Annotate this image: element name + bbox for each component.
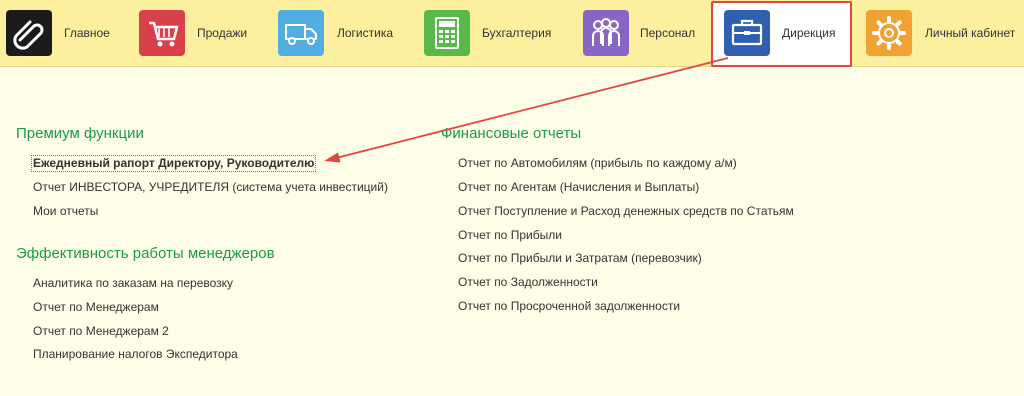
link-profit-costs-report[interactable]: Отчет по Прибыли и Затратам (перевозчик) xyxy=(458,251,702,266)
link-orders-analytics[interactable]: Аналитика по заказам на перевозку xyxy=(33,276,233,291)
nav-label-personal-cabinet: Личный кабинет xyxy=(925,26,1016,40)
link-cashflow-report[interactable]: Отчет Поступление и Расход денежных сред… xyxy=(458,204,794,219)
nav-item-sales[interactable]: Продажи xyxy=(139,0,269,66)
truck-icon xyxy=(278,10,324,56)
nav-item-direction[interactable]: Дирекция xyxy=(724,0,842,66)
nav-item-accounting[interactable]: Бухгалтерия xyxy=(424,0,574,66)
section-title-finance: Финансовые отчеты xyxy=(441,125,582,142)
nav-label-main: Главное xyxy=(64,26,110,40)
nav-label-sales: Продажи xyxy=(197,26,248,40)
link-overdue-debt-report[interactable]: Отчет по Просроченной задолженности xyxy=(458,299,680,314)
nav-item-logistics[interactable]: Логистика xyxy=(278,0,416,66)
nav-item-personnel[interactable]: Персонал xyxy=(583,0,703,66)
link-tax-planning[interactable]: Планирование налогов Экспедитора xyxy=(33,347,238,362)
people-icon xyxy=(583,10,629,56)
link-managers-report[interactable]: Отчет по Менеджерам xyxy=(33,300,159,315)
link-investor-report[interactable]: Отчет ИНВЕСТОРА, УЧРЕДИТЕЛЯ (система уче… xyxy=(33,180,388,195)
shopping-cart-icon xyxy=(139,10,185,56)
paperclip-logo-icon xyxy=(6,10,52,56)
main-content: Премиум функции Ежедневный рапорт Директ… xyxy=(0,66,1024,396)
link-vehicles-report[interactable]: Отчет по Автомобилям (прибыль по каждому… xyxy=(458,156,737,171)
gear-icon xyxy=(866,10,912,56)
link-agents-report[interactable]: Отчет по Агентам (Начисления и Выплаты) xyxy=(458,180,699,195)
nav-label-accounting: Бухгалтерия xyxy=(482,26,552,40)
nav-label-direction: Дирекция xyxy=(782,26,836,40)
link-managers-report-2[interactable]: Отчет по Менеджерам 2 xyxy=(33,324,169,339)
nav-item-personal-cabinet[interactable]: Личный кабинет xyxy=(866,0,1022,66)
section-title-managers: Эффективность работы менеджеров xyxy=(16,245,275,262)
link-daily-report-director[interactable]: Ежедневный рапорт Директору, Руководител… xyxy=(31,155,317,172)
nav-label-personnel: Персонал xyxy=(640,26,696,40)
calculator-icon xyxy=(424,10,470,56)
briefcase-icon xyxy=(724,10,770,56)
nav-item-main[interactable]: Главное xyxy=(6,0,134,66)
link-debt-report[interactable]: Отчет по Задолженности xyxy=(458,275,598,290)
top-navigation-bar: Главное Продажи Логистика Бухгалтерия Пе… xyxy=(0,0,1024,67)
link-profit-report[interactable]: Отчет по Прибыли xyxy=(458,228,562,243)
link-my-reports[interactable]: Мои отчеты xyxy=(33,204,98,219)
section-title-premium: Премиум функции xyxy=(16,125,144,142)
nav-label-logistics: Логистика xyxy=(337,26,394,40)
